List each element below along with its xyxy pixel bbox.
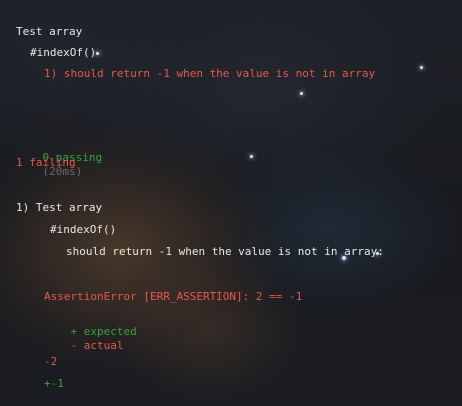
suite-title: Test array [16,25,83,38]
failing-summary: 1 failing [16,156,76,169]
diff-legend-expected: + expected [70,325,137,338]
failure-test-name: should return -1 when the value is not i… [66,245,384,258]
star-decoration [96,52,99,55]
diff-legend-actual: - actual [70,339,124,352]
star-decoration [420,66,423,69]
diff-legend: + expected - actual [44,311,137,367]
assertion-error: AssertionError [ERR_ASSERTION]: 2 == -1 [44,290,303,303]
failure-describe: #indexOf() [50,223,117,236]
failure-header: 1) Test array [16,201,103,214]
diff-actual-value: -2 [44,355,58,368]
star-decoration [300,92,303,95]
describe-title: #indexOf() [30,46,97,59]
star-decoration [250,155,253,158]
failed-test-line: 1) should return -1 when the value is no… [44,67,376,80]
diff-expected-value: +-1 [44,377,64,390]
